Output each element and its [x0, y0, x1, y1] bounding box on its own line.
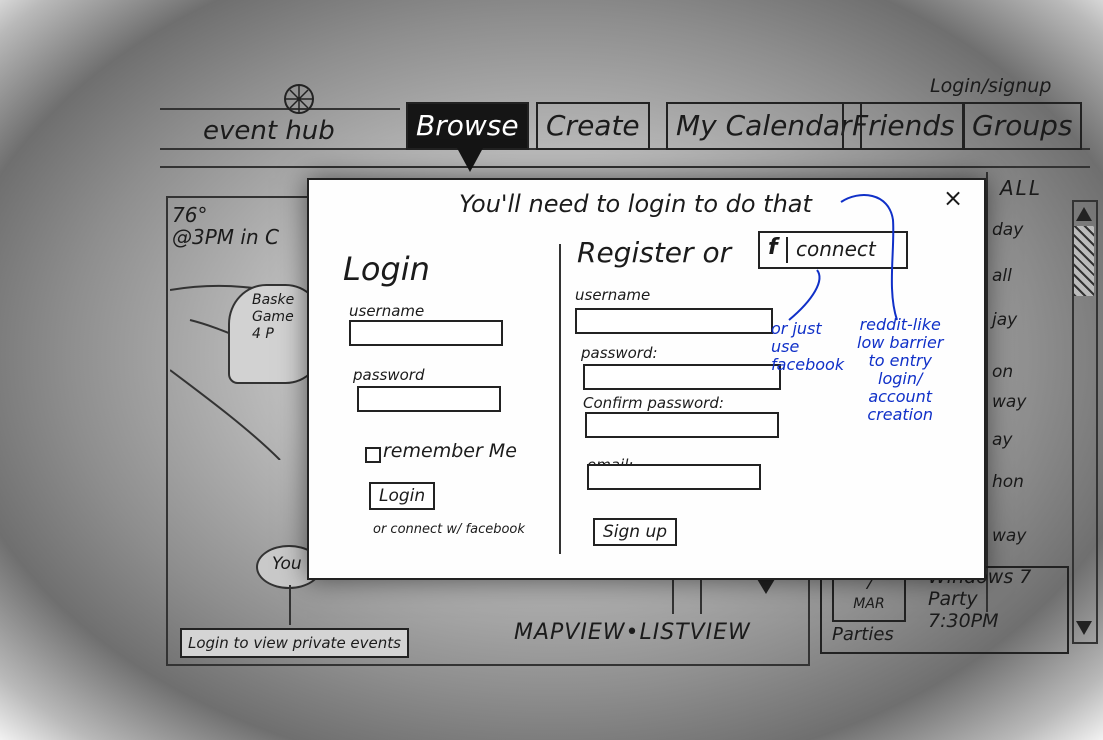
weather-temp: 76° [172, 203, 208, 227]
view-toggle[interactable]: MAPVIEW•LISTVIEW [514, 620, 751, 645]
annotation-reddit: reddit-like low barrier to entry login/ … [857, 316, 943, 424]
annotation-line: facebook [771, 355, 845, 374]
login-heading: Login [343, 250, 430, 288]
close-icon[interactable]: × [943, 184, 963, 212]
register-username-input[interactable] [575, 308, 773, 334]
register-heading: Register or [577, 236, 732, 269]
tab-create[interactable]: Create [536, 102, 650, 150]
remember-me-checkbox[interactable] [365, 447, 381, 463]
date-month: MAR [853, 596, 885, 612]
sidebar-item[interactable]: ay [992, 430, 1012, 450]
modal-title: You'll need to login to do that [459, 190, 812, 218]
remember-me-label: remember Me [383, 440, 517, 462]
scroll-up-icon[interactable] [1074, 204, 1094, 224]
app-name[interactable]: event hub [203, 116, 335, 146]
modal-divider [559, 244, 561, 554]
login-private-events-button[interactable]: Login to view private events [180, 628, 409, 658]
filter-all[interactable]: ALL [1000, 176, 1042, 200]
confirm-password-label: Confirm password: [583, 394, 724, 412]
login-password-label: password [353, 366, 425, 384]
active-tab-pointer-icon [457, 148, 483, 172]
register-password-label: password: [581, 344, 658, 362]
sidebar-item[interactable]: all [992, 266, 1012, 286]
weather-time: @3PM in C [172, 225, 279, 249]
register-password-input[interactable] [583, 364, 781, 390]
bubble-line: Game [252, 309, 294, 325]
annotation-line: use [771, 337, 800, 356]
email-input[interactable] [587, 464, 761, 490]
scroll-thumb[interactable] [1074, 226, 1094, 296]
login-modal: You'll need to login to do that × Login … [307, 178, 986, 580]
annotation-line: login/ [878, 369, 923, 388]
bubble-line: Baske [252, 292, 295, 308]
bubble-line: 4 P [252, 326, 274, 342]
annotation-line: to entry [868, 351, 932, 370]
sidebar-item[interactable]: day [992, 220, 1023, 240]
sidebar-item[interactable]: jay [992, 310, 1017, 330]
register-username-label: username [575, 286, 651, 304]
header-rule [160, 108, 400, 110]
login-signup-link[interactable]: Login/signup [930, 75, 1051, 97]
tab-browse[interactable]: Browse [406, 102, 529, 150]
login-password-input[interactable] [357, 386, 501, 412]
scroll-down-icon[interactable] [1074, 618, 1094, 638]
header-rule [160, 166, 1090, 168]
sign-up-button[interactable]: Sign up [593, 518, 678, 546]
tab-my-calendar[interactable]: My Calendar [666, 102, 862, 150]
confirm-password-input[interactable] [585, 412, 779, 438]
column-divider [672, 574, 674, 614]
marker-pin [289, 585, 291, 625]
weather-widget: 76° @3PM in C [172, 204, 279, 248]
you-label: You [272, 554, 302, 574]
sidebar-item[interactable]: way [992, 526, 1026, 546]
date-badge: 7 MAR [832, 574, 906, 622]
annotation-line: account [868, 387, 933, 406]
event-bubble-text: Baske Game 4 P [252, 292, 294, 343]
sidebar-item[interactable]: way [992, 392, 1026, 412]
annotation-line: creation [867, 405, 934, 424]
column-divider [700, 574, 702, 614]
sidebar-item[interactable]: hon [992, 472, 1024, 492]
sidebar-item[interactable]: on [992, 362, 1013, 382]
annotation-line: low barrier [857, 333, 944, 352]
logo-icon [284, 84, 314, 114]
event-time: 7:30PM [928, 610, 999, 632]
login-username-label: username [349, 302, 425, 320]
login-facebook-hint[interactable]: or connect w/ facebook [373, 522, 525, 537]
login-button[interactable]: Login [369, 482, 436, 510]
tab-groups[interactable]: Groups [962, 102, 1083, 150]
login-username-input[interactable] [349, 320, 503, 346]
event-subtitle: Party [928, 588, 978, 610]
event-category: Parties [832, 624, 894, 645]
tab-friends[interactable]: Friends [842, 102, 965, 150]
annotation-arrows [788, 194, 898, 321]
